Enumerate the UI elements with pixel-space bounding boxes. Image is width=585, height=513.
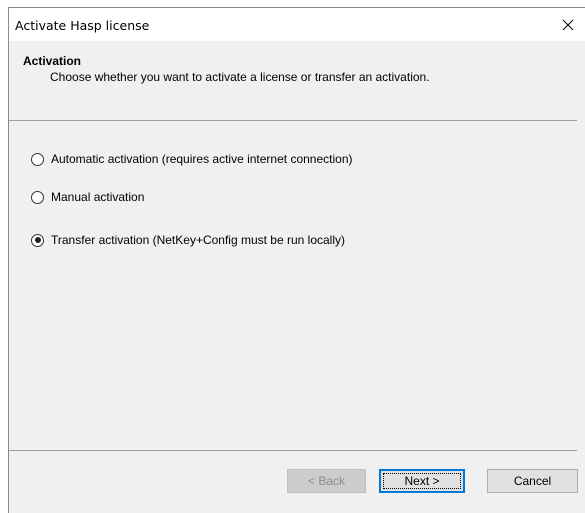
wizard-step-description: Choose whether you want to activate a li… <box>50 70 430 84</box>
back-button[interactable]: < Back <box>287 469 366 493</box>
focus-rectangle <box>383 473 461 489</box>
automatic-activation-option[interactable]: Automatic activation (requires active in… <box>31 150 352 168</box>
footer-divider <box>9 450 577 451</box>
close-icon <box>562 19 574 30</box>
manual-activation-radio[interactable] <box>31 190 44 204</box>
transfer-activation-label: Transfer activation (NetKey+Config must … <box>51 233 346 247</box>
automatic-activation-label: Automatic activation (requires active in… <box>51 152 353 166</box>
transfer-activation-option[interactable]: Transfer activation (NetKey+Config must … <box>31 231 345 249</box>
title-bar: Activate Hasp license <box>9 8 585 41</box>
automatic-activation-radio[interactable] <box>31 152 44 166</box>
cancel-button[interactable]: Cancel <box>487 469 578 493</box>
manual-activation-option[interactable]: Manual activation <box>31 188 144 206</box>
close-button[interactable] <box>551 8 585 41</box>
manual-activation-label: Manual activation <box>51 190 145 204</box>
window-title: Activate Hasp license <box>15 18 150 33</box>
next-button[interactable]: Next > <box>379 469 465 493</box>
transfer-activation-radio[interactable] <box>31 233 44 247</box>
wizard-step-title: Activation <box>23 54 82 68</box>
header-divider <box>9 120 577 121</box>
